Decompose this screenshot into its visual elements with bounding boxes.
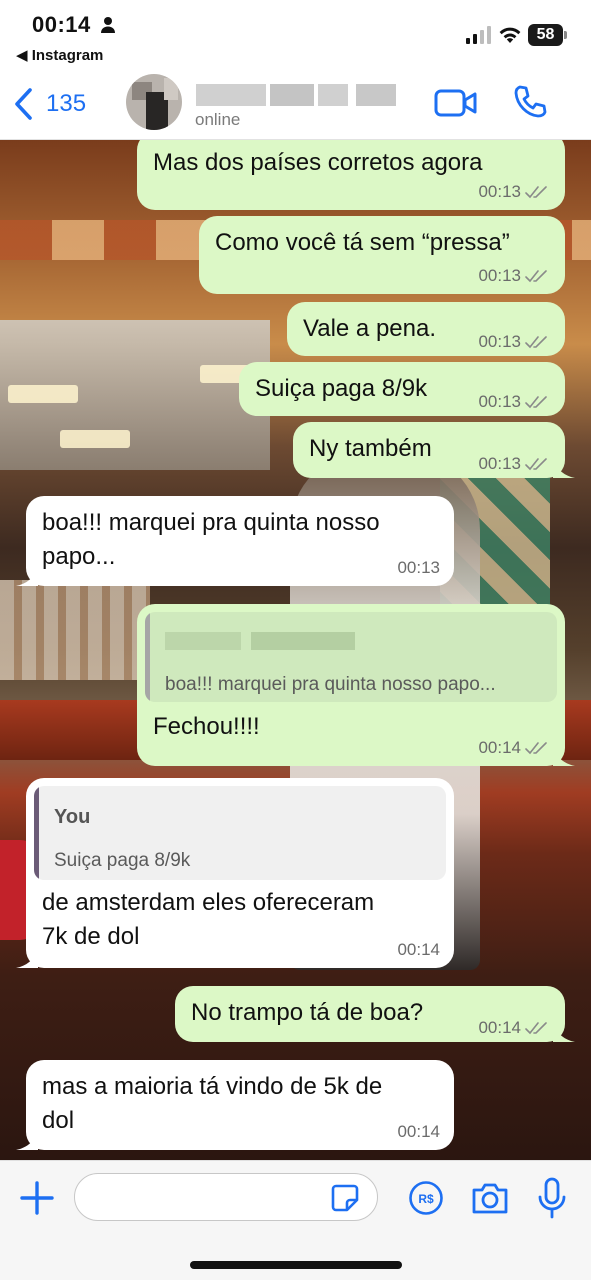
double-check-icon bbox=[525, 1022, 547, 1035]
message-meta: 00:14 bbox=[397, 940, 440, 960]
message-text-line: papo... bbox=[42, 543, 116, 570]
battery-icon: 58 bbox=[528, 24, 568, 46]
home-indicator[interactable] bbox=[190, 1261, 402, 1269]
bubble-tail bbox=[553, 460, 575, 478]
quoted-text: boa!!! marquei pra quinta nosso papo... bbox=[165, 674, 496, 695]
quoted-message[interactable]: You Suiça paga 8/9k bbox=[34, 786, 446, 880]
bubble-tail bbox=[553, 748, 575, 766]
message-text-line: de amsterdam eles ofereceram bbox=[42, 889, 375, 916]
sticker-icon[interactable] bbox=[330, 1183, 360, 1213]
message-meta: 00:13 bbox=[478, 454, 551, 474]
quoted-author-blurred bbox=[165, 632, 355, 650]
video-call-icon[interactable] bbox=[434, 86, 478, 120]
message-time: 00:13 bbox=[478, 332, 521, 351]
double-check-icon bbox=[525, 270, 547, 283]
message-text: Mas dos países corretos agora bbox=[153, 149, 483, 176]
outgoing-message[interactable]: Vale a pena. 00:13 bbox=[287, 302, 565, 356]
cellular-signal-icon bbox=[466, 26, 491, 44]
double-check-icon bbox=[525, 186, 547, 199]
wifi-icon bbox=[499, 27, 521, 43]
double-check-icon bbox=[525, 336, 547, 349]
quoted-message[interactable]: boa!!! marquei pra quinta nosso papo... bbox=[145, 612, 557, 702]
back-button[interactable]: 135 bbox=[12, 84, 86, 124]
message-time: 00:13 bbox=[478, 454, 521, 473]
quoted-author: You bbox=[54, 806, 91, 828]
contact-avatar[interactable] bbox=[126, 74, 182, 130]
outgoing-message[interactable]: Mas dos países corretos agora 00:13 bbox=[137, 140, 565, 210]
phone-icon[interactable] bbox=[512, 84, 548, 120]
message-text-line: boa!!! marquei pra quinta nosso bbox=[42, 509, 380, 536]
microphone-icon[interactable] bbox=[536, 1177, 568, 1219]
message-time: 00:14 bbox=[397, 940, 440, 959]
person-icon bbox=[101, 17, 115, 33]
bubble-tail bbox=[16, 568, 38, 586]
message-time: 00:14 bbox=[478, 738, 521, 757]
bubble-tail bbox=[553, 1024, 575, 1042]
bubble-tail bbox=[16, 950, 38, 968]
message-time: 00:13 bbox=[478, 266, 521, 285]
outgoing-message[interactable]: Ny também 00:13 bbox=[293, 422, 575, 478]
message-meta: 00:13 bbox=[478, 182, 551, 202]
message-meta: 00:14 bbox=[478, 738, 551, 758]
message-meta: 00:13 bbox=[397, 558, 440, 578]
camera-icon[interactable] bbox=[470, 1179, 510, 1217]
incoming-reply-message[interactable]: You Suiça paga 8/9k de amsterdam eles of… bbox=[16, 778, 454, 968]
unread-count: 135 bbox=[46, 90, 87, 117]
message-time: 00:13 bbox=[478, 182, 521, 201]
message-text-line: dol bbox=[42, 1107, 75, 1134]
incoming-message[interactable]: boa!!! marquei pra quinta nosso papo... … bbox=[16, 496, 454, 586]
message-time: 00:13 bbox=[478, 392, 521, 411]
message-meta: 00:13 bbox=[478, 332, 551, 352]
svg-text:R$: R$ bbox=[418, 1192, 434, 1206]
message-meta: 00:13 bbox=[478, 266, 551, 286]
message-text-line: 7k de dol bbox=[42, 923, 140, 950]
outgoing-message[interactable]: Suiça paga 8/9k 00:13 bbox=[239, 362, 565, 416]
double-check-icon bbox=[525, 458, 547, 471]
message-text-line: mas a maioria tá vindo de 5k de bbox=[42, 1073, 383, 1100]
battery-level: 58 bbox=[536, 26, 555, 43]
plus-icon[interactable] bbox=[18, 1179, 56, 1217]
outgoing-reply-message[interactable]: boa!!! marquei pra quinta nosso papo... … bbox=[137, 604, 575, 766]
chat-messages-area[interactable]: Mas dos países corretos agora 00:13 Como… bbox=[0, 140, 591, 1160]
clock: 00:14 bbox=[32, 12, 91, 37]
bubble-tail bbox=[16, 1132, 38, 1150]
message-meta: 00:14 bbox=[478, 1018, 551, 1038]
chevron-left-icon bbox=[15, 88, 32, 120]
contact-status: online bbox=[195, 110, 241, 129]
contact-name-blurred[interactable] bbox=[196, 84, 396, 106]
message-meta: 00:13 bbox=[478, 392, 551, 412]
message-meta: 00:14 bbox=[397, 1122, 440, 1142]
message-time: 00:14 bbox=[478, 1018, 521, 1037]
message-text: Como você tá sem “pressa” bbox=[215, 229, 510, 256]
chat-header: 135 online bbox=[0, 66, 591, 140]
message-input-bar: R$ bbox=[0, 1160, 591, 1280]
back-to-instagram-link[interactable]: ◀ Instagram bbox=[16, 46, 103, 64]
quoted-text: Suiça paga 8/9k bbox=[54, 850, 191, 871]
outgoing-message[interactable]: Como você tá sem “pressa” 00:13 bbox=[199, 216, 565, 294]
message-text: Fechou!!!! bbox=[153, 713, 260, 740]
incoming-message[interactable]: mas a maioria tá vindo de 5k de dol 00:1… bbox=[16, 1060, 454, 1150]
double-check-icon bbox=[525, 396, 547, 409]
outgoing-message[interactable]: No trampo tá de boa? 00:14 bbox=[175, 986, 575, 1042]
message-time: 00:13 bbox=[397, 558, 440, 577]
message-time: 00:14 bbox=[397, 1122, 440, 1141]
status-bar: 00:14 ◀ Instagram 58 bbox=[0, 0, 591, 66]
double-check-icon bbox=[525, 742, 547, 755]
pix-payment-icon[interactable]: R$ bbox=[408, 1180, 444, 1216]
